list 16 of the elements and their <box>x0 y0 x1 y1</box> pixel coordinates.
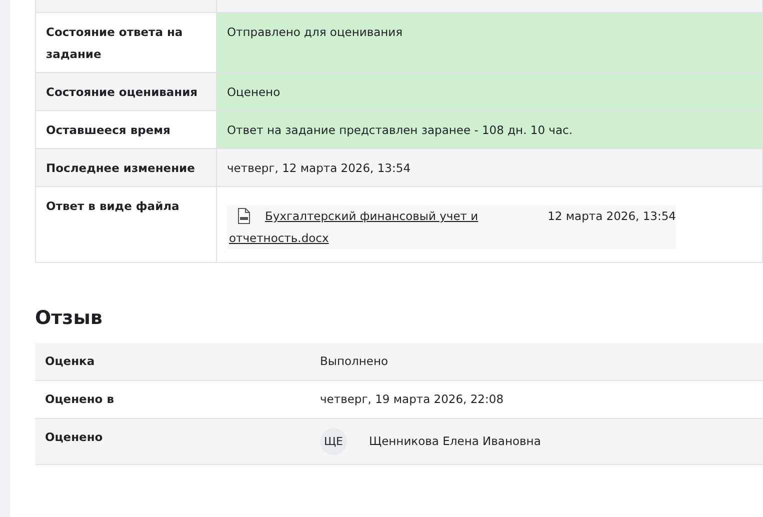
table-cell: четверг, 12 марта 2026, 13:54 <box>216 148 762 186</box>
file-date: 12 марта 2026, 13:54 <box>548 208 676 225</box>
row-label: Оценка <box>35 343 310 380</box>
table-cell: Оценено <box>216 72 762 110</box>
row-label: Оценено <box>35 418 310 464</box>
section-title: Отзыв <box>35 307 104 329</box>
table-cell: Ответ на задание представлен заранее - 108 дн. 10 час. <box>216 110 762 148</box>
file-link[interactable]: Бухгалтерский финансовый учет и отчетность.docx <box>229 205 548 249</box>
table-cell: Отправлено для оценивания <box>216 12 762 72</box>
user-initials: ЩЕ <box>320 428 347 455</box>
table-cell: Выполнено <box>310 343 763 380</box>
user-name: Щенникова Елена Ивановна <box>369 433 541 450</box>
document-icon <box>237 208 251 224</box>
row-label: Состояние оценивания <box>36 72 216 110</box>
row-label: Ответ в виде файла <box>36 186 216 262</box>
row-label: Последнее изменение <box>36 148 216 186</box>
